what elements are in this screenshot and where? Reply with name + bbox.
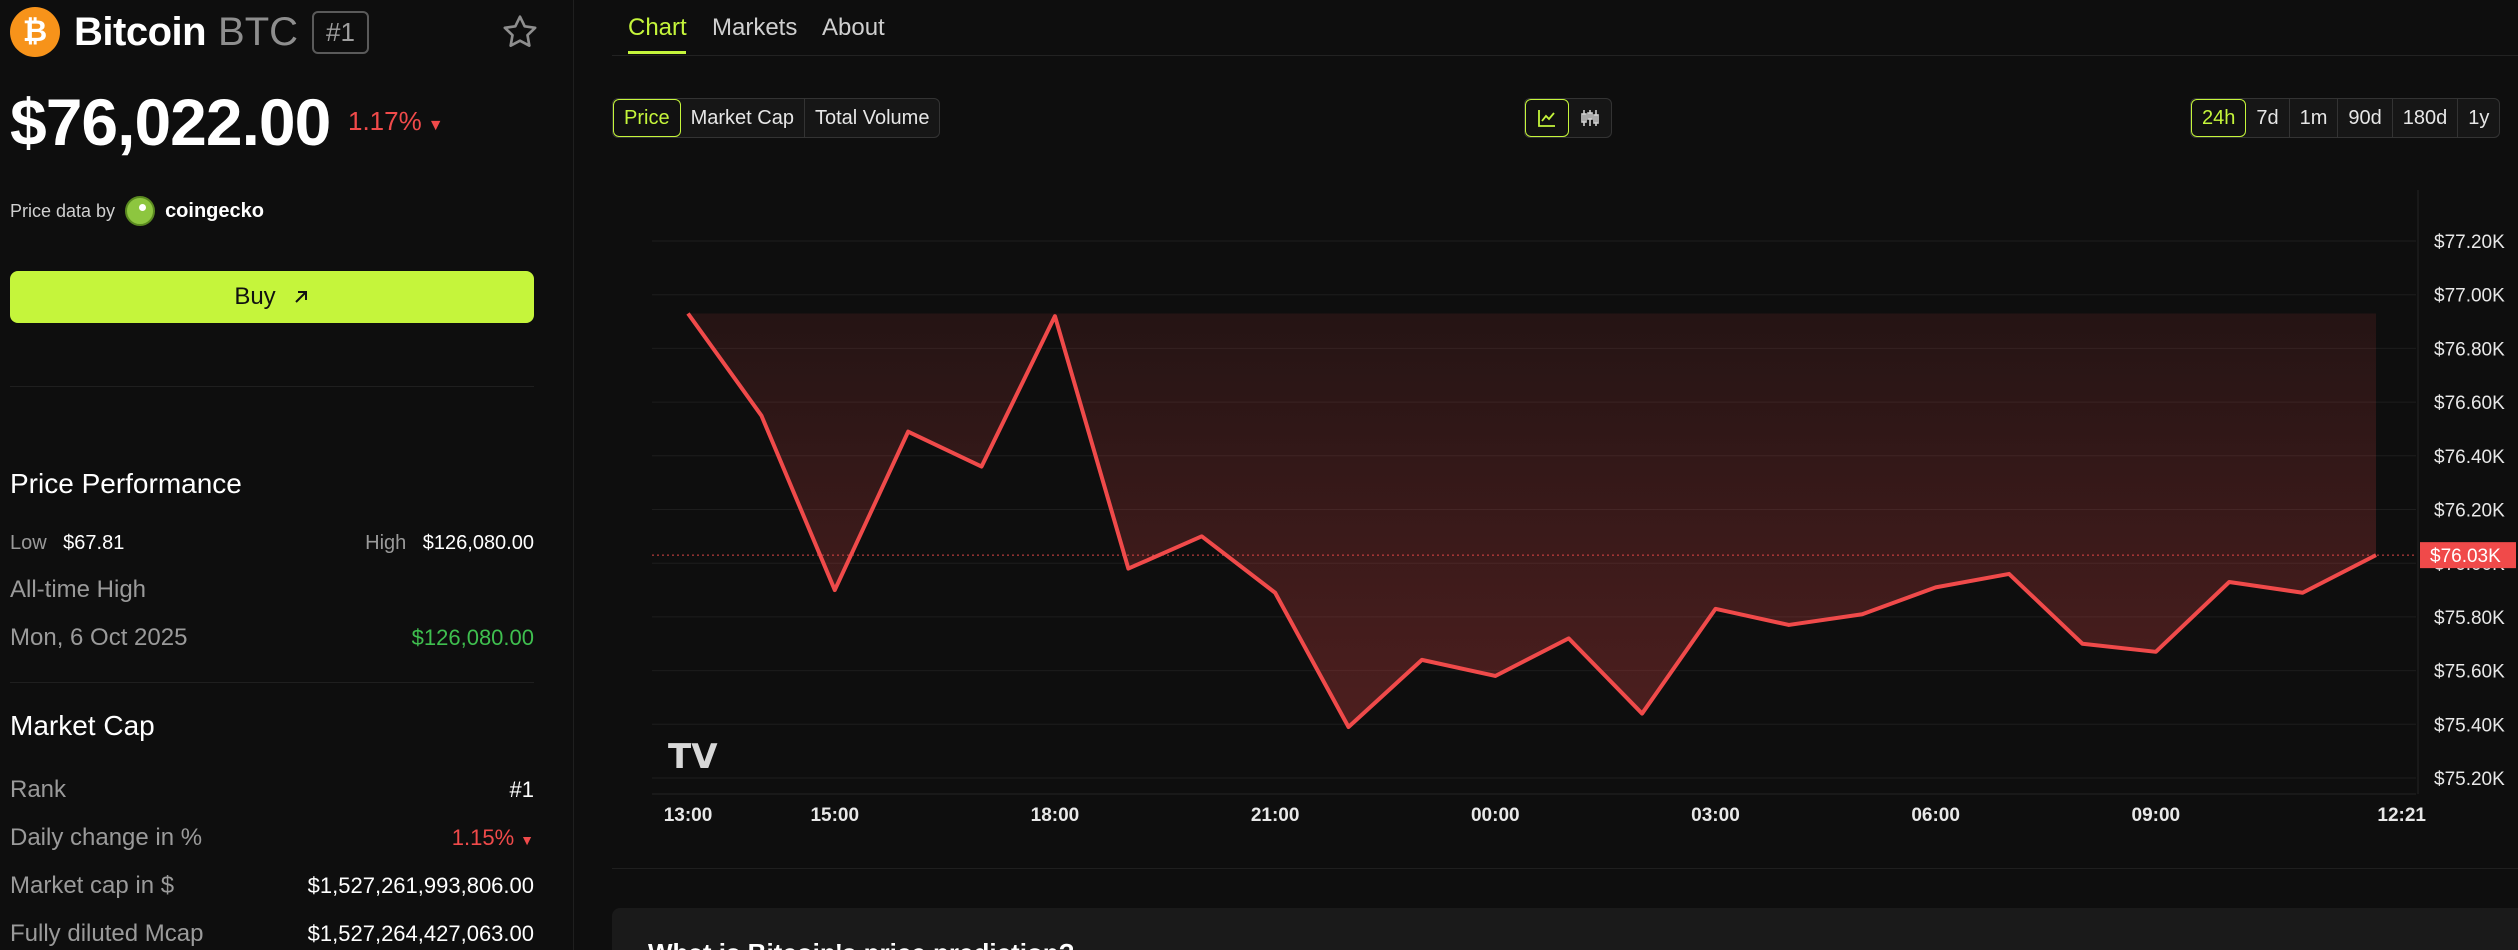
range-24h[interactable]: 24h (2191, 99, 2247, 137)
market-cap-row: Rank #1 (10, 776, 534, 804)
rank-label: Rank (10, 776, 67, 803)
y-tick-label: $77.00K (2434, 286, 2505, 307)
price-area-fill (688, 313, 2376, 727)
ath-date: Mon, 6 Oct 2025 (10, 624, 188, 651)
y-tick-label: $75.20K (2434, 769, 2505, 790)
down-arrow-icon: ▼ (427, 117, 444, 134)
y-tick-label: $75.60K (2434, 662, 2505, 683)
fully-diluted-value: $1,527,264,427,063.00 (307, 921, 534, 946)
range-selector: 24h 7d 1m 90d 180d 1y (2190, 98, 2501, 138)
market-cap-row: Fully diluted Mcap $1,527,264,427,063.00 (10, 920, 534, 948)
buy-button[interactable]: Buy (10, 271, 534, 323)
ath-date-row: Mon, 6 Oct 2025 $126,080.00 (10, 624, 534, 652)
y-tick-label: $76.80K (2434, 339, 2505, 360)
price-performance-title: Price Performance (10, 468, 242, 499)
y-tick-label: $76.20K (2434, 501, 2505, 522)
x-tick-label: 09:00 (2132, 805, 2181, 826)
coingecko-logo-icon (125, 196, 156, 226)
metric-price[interactable]: Price (613, 99, 681, 137)
divider (612, 868, 2518, 869)
range-1y[interactable]: 1y (2458, 99, 2499, 137)
high-label: High (365, 532, 407, 554)
price-prediction-card[interactable]: What is Bitcoin's price prediction? (612, 908, 2518, 950)
low-value: $67.81 (63, 532, 125, 554)
range-180d[interactable]: 180d (2393, 99, 2459, 137)
ath-value: $126,080.00 (411, 625, 534, 650)
price-chart[interactable]: $77.20K $77.00K $76.80K $76.60K $76.40K $76.2… (612, 170, 2518, 840)
market-cap-label: Market cap in $ (10, 872, 175, 899)
x-tick-label: 12:21 (2377, 805, 2426, 826)
price-data-provider[interactable]: coingecko (165, 200, 264, 223)
line-chart-icon[interactable] (1525, 99, 1569, 137)
x-tick-label: 15:00 (810, 805, 859, 826)
bitcoin-logo-icon: ₿ (10, 7, 60, 57)
down-arrow-icon: ▼ (520, 832, 534, 848)
coin-header: ₿ Bitcoin BTC #1 (10, 7, 540, 57)
market-cap-value: $1,527,261,993,806.00 (307, 873, 534, 898)
market-cap-row: Daily change in % 1.15% ▼ (10, 824, 534, 852)
star-icon[interactable] (500, 12, 540, 52)
market-cap-title: Market Cap (10, 710, 155, 741)
high-value: $126,080.00 (422, 532, 534, 554)
range-90d[interactable]: 90d (2338, 99, 2393, 137)
price-prediction-title: What is Bitcoin's price prediction? (648, 938, 1075, 950)
metric-market-cap[interactable]: Market Cap (681, 99, 805, 137)
active-tab-indicator (628, 51, 686, 54)
price-chart-svg[interactable]: $77.20K $77.00K $76.80K $76.60K $76.40K $76.2… (612, 170, 2518, 840)
x-tick-label: 06:00 (1911, 805, 1960, 826)
tab-bar: Chart Markets About (612, 0, 2518, 56)
tab-about[interactable]: About (822, 14, 885, 42)
daily-change-value: 1.15% ▼ (451, 825, 534, 850)
arrow-up-right-icon (294, 291, 307, 303)
tradingview-logo-icon: TV (668, 737, 718, 777)
y-tick-label: $75.40K (2434, 715, 2505, 736)
daily-change-label: Daily change in % (10, 824, 203, 851)
coin-symbol: BTC (218, 9, 299, 54)
buy-button-label: Buy (234, 283, 276, 310)
current-price-label: $76.03K (2430, 546, 2501, 567)
x-tick-label: 03:00 (1691, 805, 1740, 826)
chart-panel: Chart Markets About Price Market Cap Tot… (612, 0, 2518, 950)
low-high-row: Low $67.81 High $126,080.00 (10, 532, 534, 555)
market-cap-row: Market cap in $ $1,527,261,993,806.00 (10, 872, 534, 900)
candlestick-icon[interactable] (1569, 99, 1611, 137)
price-change: 1.17% ▼ (348, 106, 444, 137)
x-tick-label: 00:00 (1471, 805, 1520, 826)
metric-selector: Price Market Cap Total Volume (612, 98, 941, 138)
y-tick-label: $76.60K (2434, 393, 2505, 414)
coin-overview-panel: ₿ Bitcoin BTC #1 $76,022.00 1.17% ▼ Price… (0, 0, 574, 950)
x-tick-label: 13:00 (664, 805, 713, 826)
chart-type-selector (1524, 98, 1612, 138)
y-tick-label: $75.80K (2434, 608, 2505, 629)
divider (10, 386, 534, 387)
price-data-attribution: Price data by coingecko (10, 196, 264, 226)
tab-chart[interactable]: Chart (628, 14, 687, 42)
x-tick-label: 21:00 (1251, 805, 1300, 826)
low-label: Low (10, 532, 47, 554)
divider (10, 682, 534, 683)
price-data-label: Price data by (10, 200, 116, 221)
fully-diluted-label: Fully diluted Mcap (10, 920, 204, 947)
price-change-value: 1.17% (348, 106, 422, 136)
range-1m[interactable]: 1m (2290, 99, 2339, 137)
y-tick-label: $76.40K (2434, 447, 2505, 468)
range-7d[interactable]: 7d (2246, 99, 2290, 137)
rank-value: #1 (509, 777, 534, 802)
metric-total-volume[interactable]: Total Volume (805, 99, 940, 137)
rank-badge: #1 (312, 10, 369, 54)
x-tick-label: 18:00 (1031, 805, 1080, 826)
current-price: $76,022.00 (10, 85, 331, 159)
y-tick-label: $77.20K (2434, 232, 2505, 253)
ath-label: All-time High (10, 576, 147, 603)
tab-markets[interactable]: Markets (712, 14, 797, 42)
coin-name: Bitcoin (74, 9, 207, 54)
ath-row: All-time High (10, 576, 534, 604)
